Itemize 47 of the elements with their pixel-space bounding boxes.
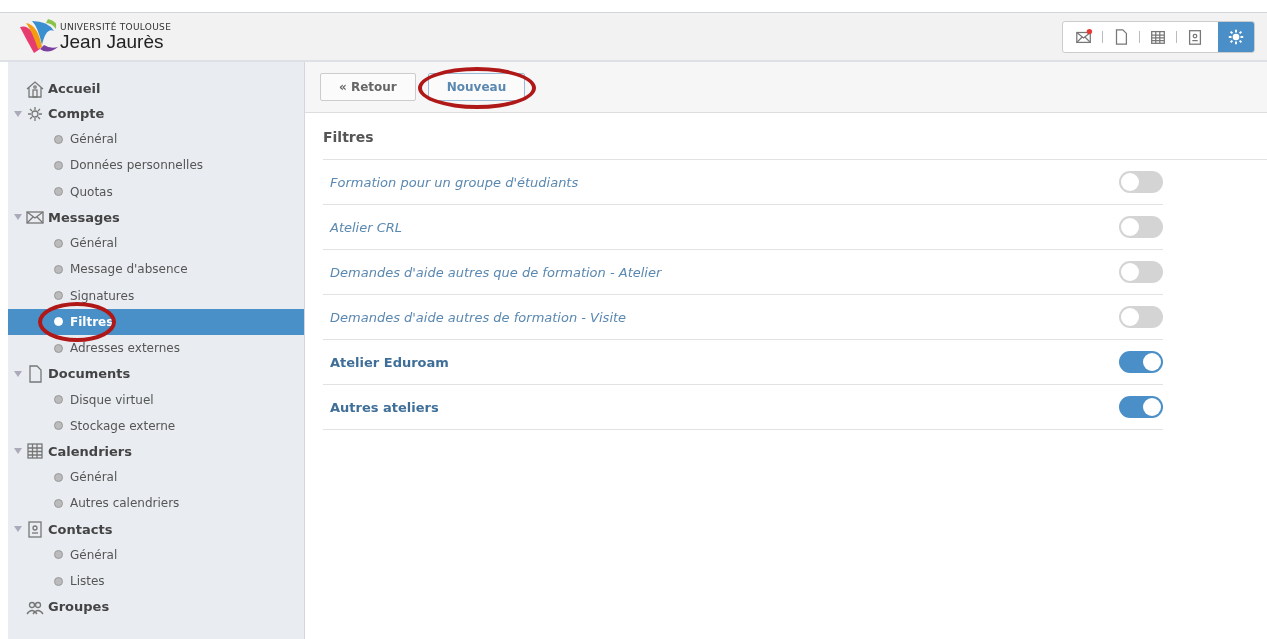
filter-name[interactable]: Autres ateliers <box>330 399 439 415</box>
calendar-icon <box>25 441 45 462</box>
filter-name[interactable]: Demandes d'aide autres de formation - Visite <box>330 309 627 325</box>
sidebar-item[interactable]: Stockage externe <box>8 412 304 439</box>
sidebar-section[interactable]: Calendriers <box>8 438 304 464</box>
sidebar-item[interactable]: Adresses externes <box>8 335 304 362</box>
sidebar-item[interactable]: Disque virtuel <box>8 386 304 413</box>
caret-icon[interactable] <box>14 525 22 534</box>
toggle-switch[interactable] <box>1119 306 1163 328</box>
sidebar-item[interactable]: Général <box>8 463 304 491</box>
toolbar-button[interactable]: Nouveau <box>427 73 526 101</box>
toggle-switch[interactable] <box>1119 396 1163 418</box>
gear-icon[interactable] <box>1218 21 1254 52</box>
sidebar-item[interactable]: Listes <box>8 567 304 595</box>
sidebar-item[interactable]: Général <box>8 229 304 257</box>
sidebar-item[interactable]: Général <box>8 126 304 153</box>
toolbar-button[interactable]: « Retour <box>320 73 416 101</box>
filter-name[interactable]: Atelier CRL <box>330 219 403 235</box>
sidebar-item[interactable]: Quotas <box>8 178 304 205</box>
sidebar-section[interactable]: Groupes <box>8 594 304 620</box>
filter-name[interactable]: Demandes d'aide autres que de formation - Atelier <box>330 264 662 280</box>
caret-icon[interactable] <box>14 447 22 456</box>
sidebar-section[interactable]: Contacts <box>8 516 304 542</box>
caret-icon[interactable] <box>14 213 22 222</box>
logo-icon <box>18 18 58 55</box>
sidebar-item[interactable]: Signatures <box>8 282 304 309</box>
toggle-switch[interactable] <box>1119 171 1163 193</box>
caret-icon[interactable] <box>14 109 22 118</box>
sidebar-section[interactable]: Accueil <box>8 76 304 101</box>
sidebar-item[interactable]: Données personnelles <box>8 152 304 179</box>
caret-icon[interactable] <box>14 369 22 378</box>
logo-subtitle: UNIVERSITÉ TOULOUSE <box>60 22 172 32</box>
sidebar-section[interactable]: Documents <box>8 361 304 387</box>
sidebar-item[interactable]: Général <box>8 541 304 568</box>
logo-title: Jean Jaurès <box>60 31 165 51</box>
contact-card-icon <box>25 519 45 540</box>
filter-name[interactable]: Formation pour un groupe d'étudiants <box>330 174 579 190</box>
toggle-switch[interactable] <box>1119 351 1163 373</box>
section-title: Filtres <box>323 127 1267 160</box>
filter-name[interactable]: Atelier Eduroam <box>330 354 449 370</box>
sidebar-section[interactable]: Messages <box>8 204 304 230</box>
sidebar-item[interactable]: Message d'absence <box>8 256 304 283</box>
toggle-switch[interactable] <box>1119 261 1163 283</box>
sidebar-section[interactable]: Compte <box>8 101 304 126</box>
sidebar-item[interactable]: Autres calendriers <box>8 490 304 517</box>
toggle-switch[interactable] <box>1119 216 1163 238</box>
sidebar-item[interactable]: Filtres <box>8 308 304 336</box>
